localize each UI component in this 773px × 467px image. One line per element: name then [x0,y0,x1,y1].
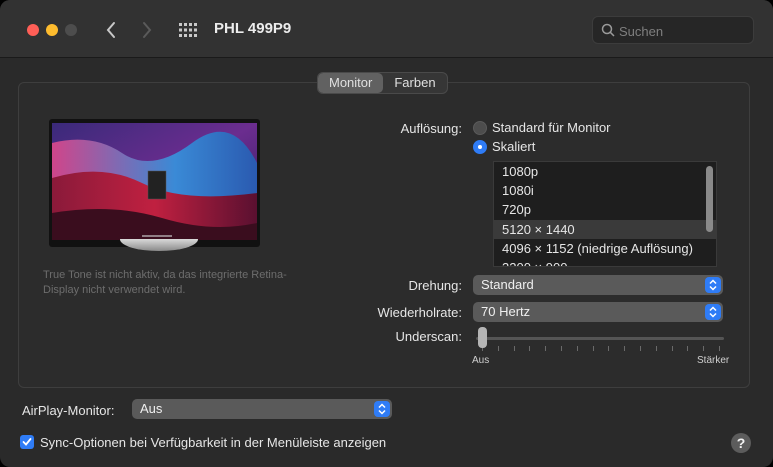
underscan-slider-tick [687,346,689,351]
display-preview-image [49,119,260,247]
chevron-right-icon [143,22,152,38]
underscan-slider-knob[interactable] [478,327,487,348]
truetone-note: True Tone ist nicht aktiv, da das integr… [43,269,287,296]
window-title: PHL 499P9 [214,20,292,37]
underscan-slider-tick [703,346,705,351]
resolution-item[interactable]: 1080p [494,162,716,181]
underscan-slider-tick [529,346,531,351]
close-window-button[interactable] [27,24,39,36]
resolution-item[interactable]: 1080i [494,181,716,200]
underscan-slider-tick [655,346,657,351]
popup-arrows-icon [705,304,721,320]
underscan-slider-tick [561,346,562,351]
underscan-slider-tick [513,346,515,351]
sync-options-label[interactable]: Sync-Optionen bei Verfügbarkeit in der M… [40,435,386,450]
underscan-slider-track[interactable] [476,337,724,340]
resolution-list[interactable]: 1080p 1080i 720p 5120 × 1440 4096 × 1152… [493,161,717,267]
forward-button[interactable] [134,16,160,44]
underscan-slider-tick [592,346,594,351]
sync-options-checkbox[interactable] [20,435,34,449]
radio-scaled[interactable] [473,140,487,154]
underscan-slider-tick [624,346,626,351]
rotation-popup[interactable]: Standard [473,275,723,295]
resolution-item[interactable]: 720p [494,200,716,219]
resolution-item[interactable]: 4096 × 1152 (niedrige Auflösung) [494,239,716,258]
popup-arrows-icon [374,401,390,417]
chevron-left-icon [106,22,115,38]
resolution-item[interactable]: 3200 × 900 [494,258,716,266]
underscan-slider-tick [497,346,499,351]
search-input[interactable] [619,21,747,41]
resolution-list-scrollbar[interactable] [706,166,713,232]
tab-bar: Monitor Farben [317,72,448,94]
minimize-window-button[interactable] [46,24,58,36]
underscan-label: Underscan: [395,329,462,344]
system-preferences-window: PHL 499P9 Monitor Farben [0,0,773,467]
radio-default-label: Standard für Monitor [492,120,611,135]
popup-arrows-icon [705,277,721,293]
refresh-rate-label: Wiederholrate: [377,305,462,320]
airplay-monitor-value: Aus [140,401,163,416]
search-field[interactable] [592,16,754,44]
all-preferences-grid-icon[interactable] [178,22,198,38]
resolution-item-selected[interactable]: 5120 × 1440 [494,219,716,239]
rotation-value: Standard [481,277,534,292]
underscan-slider-tick [576,346,578,351]
title-bar: PHL 499P9 [0,0,773,58]
rotation-label: Drehung: [408,278,462,293]
refresh-rate-value: 70 Hertz [481,304,531,319]
wallpaper-image [52,123,257,240]
airplay-monitor-label: AirPlay-Monitor: [22,403,115,418]
airplay-monitor-popup[interactable]: Aus [132,399,392,419]
help-button[interactable]: ? [731,433,751,453]
zoom-window-button[interactable] [65,24,77,36]
underscan-slider-tick [719,346,720,351]
tab-monitor[interactable]: Monitor [318,73,384,93]
checkmark-icon [22,438,32,446]
resolution-label: Auflösung: [400,121,462,136]
underscan-max-label: Stärker [697,355,730,366]
underscan-slider-tick [640,346,641,351]
radio-scaled-label: Skaliert [492,139,536,154]
tab-farben[interactable]: Farben [383,73,446,93]
radio-default-for-monitor[interactable] [473,121,487,135]
underscan-slider-tick [545,346,547,351]
underscan-min-label: Aus [472,355,490,366]
underscan-slider-tick [608,346,610,351]
search-icon [601,23,615,37]
back-button[interactable] [98,16,124,44]
refresh-rate-popup[interactable]: 70 Hertz [473,302,723,322]
underscan-slider-tick [671,346,673,351]
